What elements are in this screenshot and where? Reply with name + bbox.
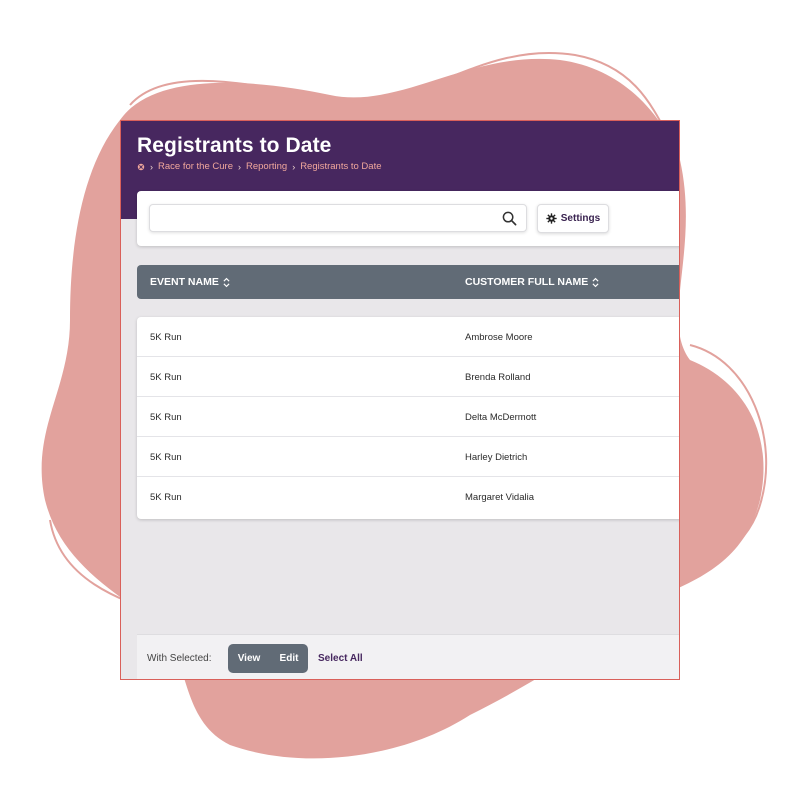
bulk-action-bar: With Selected: View Edit Select All (137, 634, 679, 679)
breadcrumb-separator: › (292, 161, 296, 172)
event-name-cell: 5K Run (150, 371, 182, 383)
settings-label: Settings (560, 213, 601, 224)
customer-name-cell: Margaret Vidalia (465, 491, 535, 503)
breadcrumb-separator: › (237, 161, 241, 172)
search-card: Settings (137, 191, 679, 246)
with-selected-label: With Selected: (147, 653, 212, 664)
customer-name-cell: Harley Dietrich (465, 451, 528, 463)
gear-icon (546, 213, 557, 224)
table-body: 5K Run Ambrose Moore 5K Run Brenda Rolla… (137, 317, 679, 519)
breadcrumb-race-for-the-cure[interactable]: Race for the Cure (158, 161, 233, 172)
event-name-cell: 5K Run (150, 411, 182, 423)
customer-name-cell: Brenda Rolland (465, 371, 531, 383)
search-input[interactable] (156, 209, 500, 229)
event-name-cell: 5K Run (150, 491, 182, 503)
table-row[interactable]: 5K Run Brenda Rolland (137, 357, 679, 397)
page-title: Registrants to Date (137, 134, 332, 157)
table-row[interactable]: 5K Run Margaret Vidalia (137, 477, 679, 517)
ribbon-home-icon[interactable] (137, 163, 145, 171)
column-header-label: CUSTOMER FULL NAME (465, 276, 589, 288)
search-icon[interactable] (502, 211, 517, 226)
breadcrumb-registrants-to-date[interactable]: Registrants to Date (300, 161, 381, 172)
event-name-cell: 5K Run (150, 451, 182, 463)
column-header-customer-full-name[interactable]: CUSTOMER FULL NAME (465, 265, 599, 299)
table-header: EVENT NAME CUSTOMER FULL NAME (137, 265, 679, 299)
breadcrumb: › Race for the Cure › Reporting › Regist… (137, 161, 382, 172)
table-row[interactable]: 5K Run Harley Dietrich (137, 437, 679, 477)
report-window: Registrants to Date › Race for the Cure … (120, 120, 680, 680)
table-row[interactable]: 5K Run Ambrose Moore (137, 317, 679, 357)
breadcrumb-separator: › (150, 161, 153, 172)
breadcrumb-reporting[interactable]: Reporting (246, 161, 287, 172)
edit-button[interactable]: Edit (270, 644, 308, 673)
sort-icon (223, 277, 230, 287)
view-button[interactable]: View (228, 644, 270, 673)
bulk-action-group: View Edit (228, 644, 308, 673)
customer-name-cell: Ambrose Moore (465, 331, 533, 343)
search-box[interactable] (149, 204, 527, 232)
select-all-link[interactable]: Select All (318, 653, 363, 664)
column-header-label: EVENT NAME (150, 276, 219, 288)
column-header-event-name[interactable]: EVENT NAME (150, 265, 230, 299)
table-row[interactable]: 5K Run Delta McDermott (137, 397, 679, 437)
settings-button[interactable]: Settings (537, 204, 609, 233)
customer-name-cell: Delta McDermott (465, 411, 537, 423)
event-name-cell: 5K Run (150, 331, 182, 343)
sort-icon (592, 277, 599, 287)
